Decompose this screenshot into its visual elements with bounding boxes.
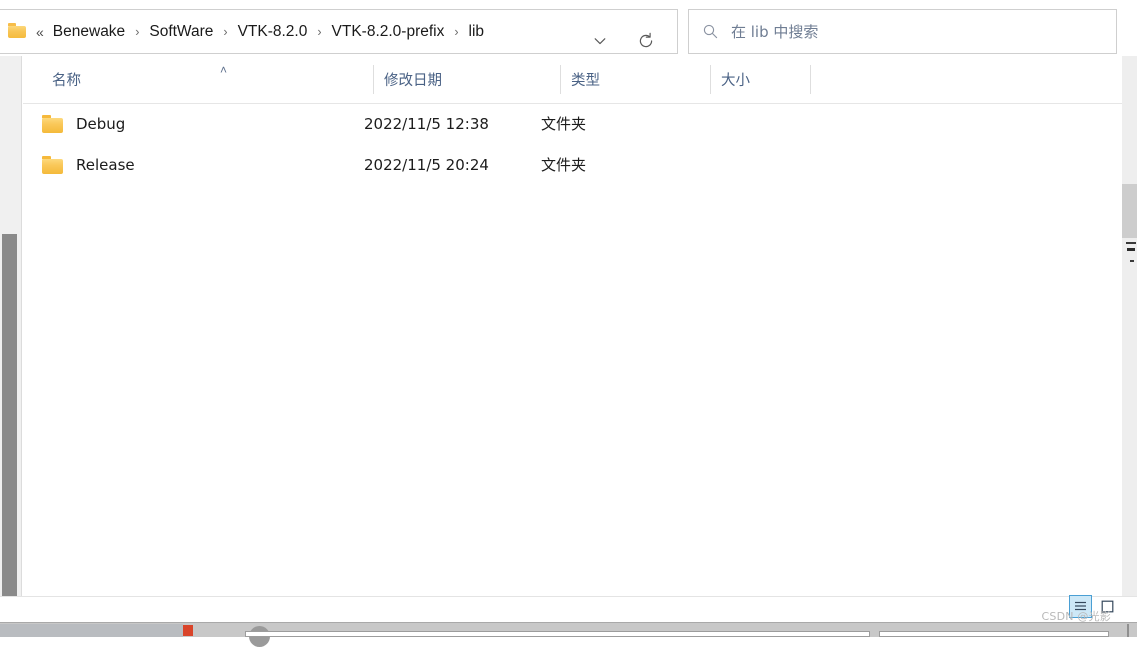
row-name-cell: Debug: [42, 103, 125, 144]
table-row[interactable]: Release 2022/11/5 20:24 文件夹: [23, 144, 1122, 185]
scrollbar-thumb[interactable]: [2, 234, 17, 604]
scrollbar-artifact: [1126, 242, 1136, 244]
search-input[interactable]: 在 lib 中搜索: [731, 21, 818, 42]
view-mode-buttons: [1069, 595, 1119, 618]
row-name-cell: Release: [42, 144, 135, 185]
background-window-segment: [0, 624, 183, 637]
search-icon: [703, 24, 717, 39]
file-rows: Debug 2022/11/5 12:38 文件夹 Release 2022/1…: [23, 103, 1122, 185]
details-view-icon: [1075, 601, 1086, 611]
column-header-date-modified[interactable]: 修改日期: [374, 56, 560, 102]
scrollbar-artifact: [1130, 260, 1134, 262]
row-date-cell: 2022/11/5 20:24: [364, 155, 489, 174]
breadcrumb: « Benewake › SoftWare › VTK-8.2.0 › VTK-…: [36, 10, 485, 53]
column-header-label: 名称: [52, 72, 81, 89]
breadcrumb-item-benewake[interactable]: Benewake: [52, 21, 126, 43]
table-row[interactable]: Debug 2022/11/5 12:38 文件夹: [23, 103, 1122, 144]
address-bar-zone: « Benewake › SoftWare › VTK-8.2.0 › VTK-…: [0, 0, 1137, 62]
column-divider[interactable]: [810, 65, 811, 94]
search-icon-wrapper: [689, 23, 731, 40]
column-header-label: 修改日期: [384, 72, 442, 89]
folder-icon: [8, 23, 28, 39]
details-view-button[interactable]: [1069, 595, 1092, 618]
row-type-cell: 文件夹: [541, 156, 587, 174]
column-header-size[interactable]: 大小: [711, 56, 810, 102]
column-header-name[interactable]: 名称: [42, 56, 373, 102]
file-name: Release: [76, 155, 135, 174]
row-type-cell: 文件夹: [541, 115, 587, 133]
column-header-row: 名称 ˄ 修改日期 类型 大小: [23, 56, 1122, 104]
scrollbar-artifact: [1127, 248, 1135, 251]
background-window-field: [879, 631, 1109, 637]
address-bar[interactable]: « Benewake › SoftWare › VTK-8.2.0 › VTK-…: [0, 9, 678, 54]
file-name: Debug: [76, 114, 126, 133]
folder-icon: [42, 114, 64, 133]
chevron-down-icon: [594, 37, 606, 44]
breadcrumb-item-software[interactable]: SoftWare: [148, 21, 214, 43]
sort-ascending-icon: ˄: [220, 63, 228, 77]
breadcrumb-item-lib[interactable]: lib: [468, 21, 486, 43]
file-explorer-window: « Benewake › SoftWare › VTK-8.2.0 › VTK-…: [0, 0, 1137, 647]
folder-icon: [42, 155, 64, 174]
breadcrumb-separator-icon[interactable]: ›: [223, 25, 227, 39]
background-window-field: [245, 631, 870, 637]
background-window-strip: [0, 622, 1137, 647]
outer-vertical-scrollbar-right[interactable]: [1122, 56, 1137, 618]
background-window-tick: [1127, 624, 1129, 637]
large-icons-view-icon: [1101, 600, 1114, 613]
outer-vertical-scrollbar-left[interactable]: [0, 56, 22, 618]
breadcrumb-separator-icon[interactable]: ›: [317, 25, 321, 39]
large-icons-view-button[interactable]: [1096, 595, 1119, 618]
row-date-cell: 2022/11/5 12:38: [364, 114, 489, 133]
file-list-area: 名称 ˄ 修改日期 类型 大小 Debug 2022/11/5 12:38 文件…: [23, 56, 1122, 596]
breadcrumb-item-vtk-prefix[interactable]: VTK-8.2.0-prefix: [331, 21, 446, 43]
refresh-icon: [639, 32, 653, 47]
scrollbar-thumb[interactable]: [1122, 184, 1137, 238]
column-header-type[interactable]: 类型: [561, 56, 710, 102]
column-header-label: 大小: [721, 72, 750, 89]
breadcrumb-item-vtk[interactable]: VTK-8.2.0: [237, 21, 309, 43]
status-bar: CSDN @光影: [0, 595, 1137, 623]
background-window-accent: [183, 625, 193, 636]
column-header-label: 类型: [571, 72, 600, 89]
breadcrumb-separator-icon[interactable]: ›: [454, 25, 458, 39]
breadcrumb-separator-icon[interactable]: ›: [135, 25, 139, 39]
search-box[interactable]: 在 lib 中搜索: [688, 9, 1117, 54]
breadcrumb-overflow-icon[interactable]: «: [36, 24, 44, 40]
